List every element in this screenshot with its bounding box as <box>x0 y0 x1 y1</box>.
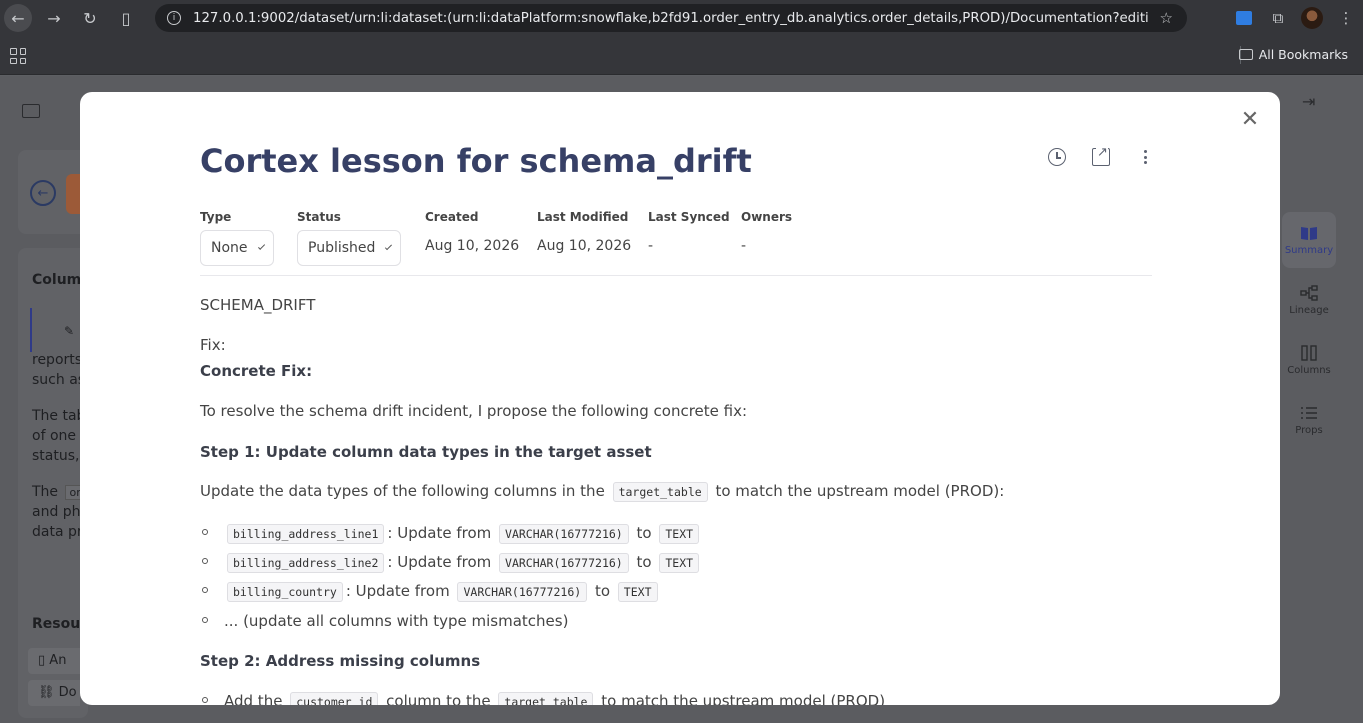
type-select[interactable]: None <box>200 230 274 266</box>
all-bookmarks-label: All Bookmarks <box>1258 47 1348 62</box>
resource-item[interactable]: ⛓ Do <box>28 680 80 706</box>
url-text: 127.0.0.1:9002/dataset/urn:li:dataset:(u… <box>193 10 1148 26</box>
extension-blue-icon[interactable] <box>1227 11 1261 25</box>
chevron-down-icon <box>257 242 265 250</box>
right-rail: Summary Lineage Columns Props <box>1282 212 1342 452</box>
edit-icon[interactable]: ✎ <box>64 324 74 338</box>
all-bookmarks-button[interactable]: All Bookmarks <box>1238 47 1348 62</box>
step2-heading: Step 2: Address missing columns <box>200 652 481 670</box>
lesson-modal: ✕ Cortex lesson for schema_drift Type No… <box>80 92 1280 705</box>
created-date: Aug 10, 2026 <box>425 238 520 254</box>
bookmarks-bar: All Bookmarks <box>0 36 1363 75</box>
profile-avatar[interactable] <box>1295 7 1329 29</box>
extensions-puzzle-icon[interactable]: ⧉ <box>1261 9 1295 27</box>
browser-menu-icon[interactable]: ⋮ <box>1329 9 1363 27</box>
rail-lineage[interactable]: Lineage <box>1282 272 1336 328</box>
synced-date: - <box>648 238 654 254</box>
address-bar[interactable]: i 127.0.0.1:9002/dataset/urn:li:dataset:… <box>155 4 1187 32</box>
folder-icon <box>1238 49 1253 60</box>
metadata-row: Type None Status Published Created Aug 1… <box>200 210 1152 276</box>
book-icon <box>1301 226 1317 240</box>
page-title: Cortex lesson for schema_drift <box>200 142 752 180</box>
step1-heading: Step 1: Update column data types in the … <box>200 443 652 461</box>
site-info-icon[interactable]: i <box>167 11 181 25</box>
list-icon <box>1301 406 1317 419</box>
back-icon[interactable]: ← <box>4 4 32 32</box>
rail-props[interactable]: Props <box>1282 392 1336 448</box>
reload-icon[interactable]: ↻ <box>72 0 108 36</box>
rail-columns[interactable]: Columns <box>1282 332 1336 388</box>
browser-toolbar: ← → ↻ ▯ i 127.0.0.1:9002/dataset/urn:li:… <box>0 0 1363 36</box>
dataset-logo <box>66 174 80 214</box>
rail-summary[interactable]: Summary <box>1282 212 1336 268</box>
more-options-icon[interactable] <box>1136 148 1154 166</box>
bookmark-star-icon[interactable]: ☆ <box>1160 9 1173 27</box>
history-clock-icon[interactable] <box>1048 148 1066 166</box>
chevron-down-icon <box>385 242 393 250</box>
collapse-panel-icon[interactable]: ⇥ <box>1302 92 1315 111</box>
modified-date: Aug 10, 2026 <box>537 238 632 254</box>
owners-value: - <box>741 238 747 254</box>
forward-icon[interactable]: → <box>36 0 72 36</box>
open-external-icon[interactable] <box>1092 145 1110 166</box>
resource-item[interactable]: ▯ An <box>28 648 80 674</box>
columns-icon <box>1301 344 1317 361</box>
status-select[interactable]: Published <box>297 230 401 266</box>
split-view-icon[interactable]: ▯ <box>108 0 144 36</box>
apps-grid-icon[interactable] <box>10 48 26 64</box>
sidebar-toggle-icon[interactable] <box>22 104 40 118</box>
lineage-icon <box>1300 284 1318 301</box>
close-icon[interactable]: ✕ <box>1238 108 1262 132</box>
back-arrow-icon[interactable]: ← <box>30 180 56 206</box>
resources-heading: Resour <box>32 616 88 632</box>
